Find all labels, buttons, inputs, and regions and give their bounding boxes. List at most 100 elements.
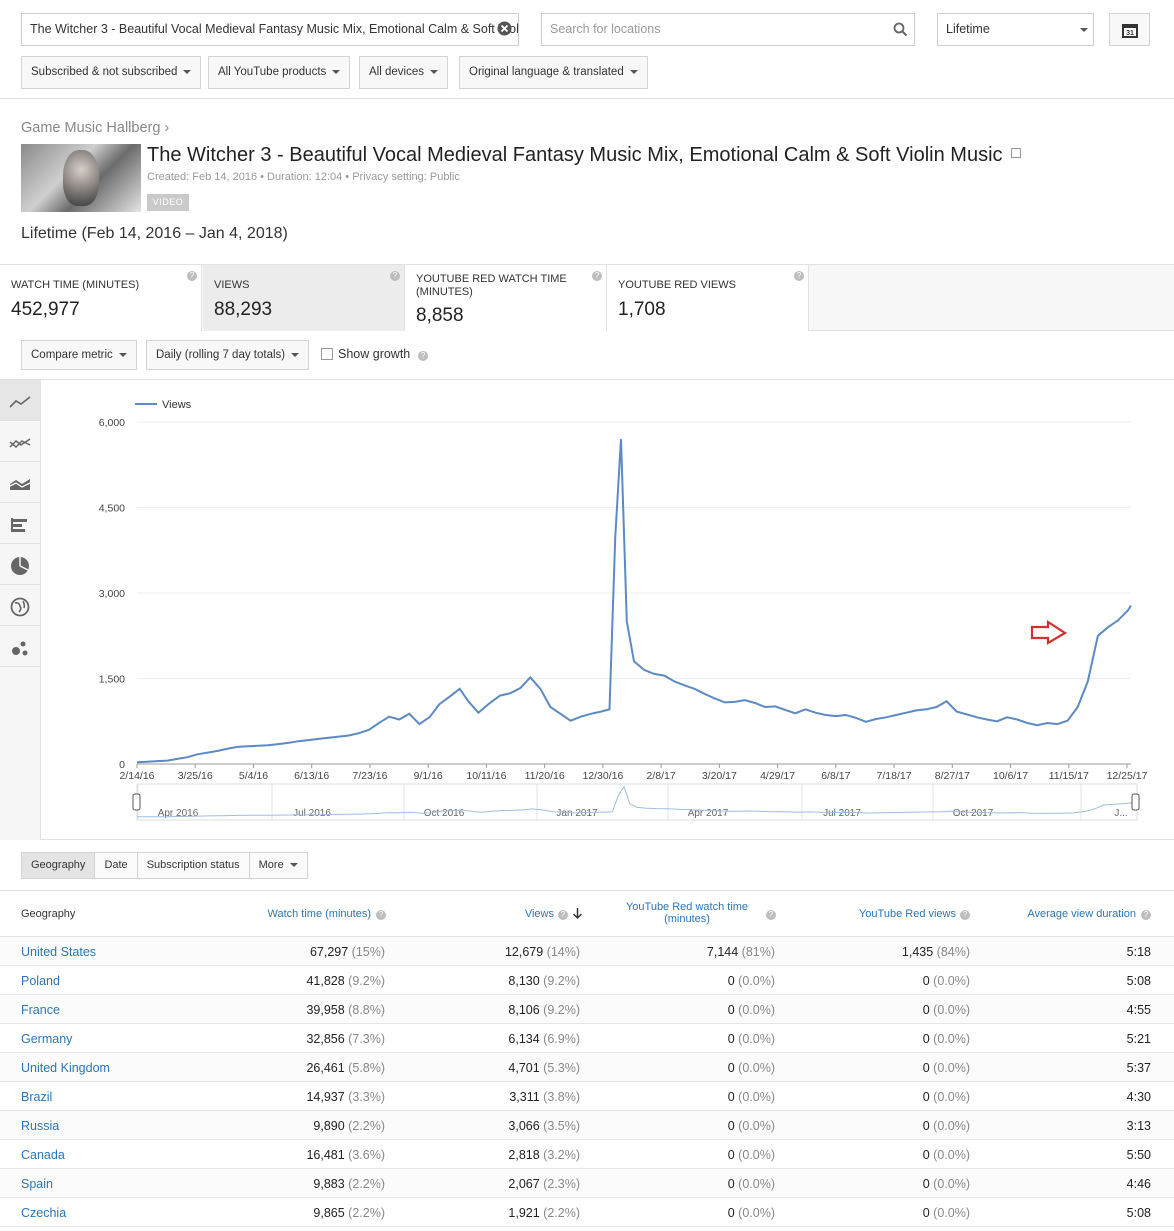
globe-icon[interactable]: [0, 585, 40, 626]
help-icon[interactable]: ?: [592, 271, 602, 281]
clear-icon[interactable]: [497, 21, 512, 36]
tab-date[interactable]: Date: [95, 853, 138, 878]
products-filter[interactable]: All YouTube products: [208, 56, 351, 89]
y-tick-label: 3,000: [99, 588, 125, 600]
chevron-down-icon: [289, 863, 298, 868]
table-body: United States 67,297 (15%) 12,679 (14%) 7,1…: [0, 937, 1174, 1231]
metric-label: YOUTUBE RED VIEWS: [618, 279, 736, 291]
bubble-chart-icon[interactable]: [0, 626, 40, 667]
red-views-cell: 0 (0.0%): [923, 1003, 970, 1017]
country-link[interactable]: Poland: [21, 974, 60, 988]
navigator-label: Oct 2016: [424, 808, 465, 819]
red-watch-pct: (81%): [741, 945, 775, 959]
help-icon[interactable]: ?: [1141, 910, 1151, 920]
watch-time-value: 16,481: [306, 1148, 345, 1162]
help-icon[interactable]: ?: [187, 271, 197, 281]
channel-breadcrumb[interactable]: Game Music Hallberg ›: [21, 120, 169, 136]
devices-filter[interactable]: All devices: [359, 56, 448, 89]
calendar-day: 31: [1126, 30, 1134, 37]
x-tick-label: 11/15/17: [1049, 770, 1089, 782]
country-link[interactable]: United Kingdom: [21, 1061, 110, 1075]
help-icon[interactable]: ?: [418, 351, 428, 361]
navigator-label: J...: [1114, 808, 1127, 819]
sort-down-icon[interactable]: [572, 907, 583, 920]
search-icon[interactable]: [893, 22, 908, 37]
location-search-input[interactable]: Search for locations: [541, 13, 915, 46]
chart-panel: 0 1,500 3,000 4,500 6,000 2/14/16 3/25/16 5/4/…: [0, 379, 1174, 840]
col-red-views[interactable]: YouTube Red views: [859, 908, 956, 920]
period-select[interactable]: Lifetime: [937, 13, 1094, 46]
watch-time-cell: 39,958 (8.8%): [306, 1003, 385, 1017]
pie-chart-icon[interactable]: [0, 544, 40, 585]
bar-chart-icon[interactable]: [0, 503, 40, 544]
chevron-down-icon: [291, 352, 300, 357]
red-watch-value: 0: [727, 1148, 735, 1162]
country-link[interactable]: France: [21, 1003, 60, 1017]
video-search-input[interactable]: The Witcher 3 - Beautiful Vocal Medieval…: [21, 13, 519, 46]
video-thumbnail[interactable]: [21, 144, 141, 212]
navigator-left-handle[interactable]: [132, 793, 141, 811]
tab-subscription-status[interactable]: Subscription status: [137, 853, 250, 878]
col-views[interactable]: Views: [525, 908, 554, 920]
chart-type-toolbar: [0, 380, 41, 840]
external-link-icon[interactable]: [1010, 147, 1021, 158]
x-tick-label: 3/25/16: [178, 770, 213, 782]
red-views-value: 0: [922, 1119, 930, 1133]
help-icon[interactable]: ?: [766, 910, 776, 920]
x-tick-label: 4/29/17: [760, 770, 795, 782]
show-growth-checkbox[interactable]: [321, 348, 333, 360]
country-link[interactable]: Brazil: [21, 1090, 52, 1104]
location-placeholder: Search for locations: [550, 22, 661, 36]
red-watch-pct: (0.0%): [738, 1003, 775, 1017]
red-views-pct: (0.0%): [933, 974, 970, 988]
help-icon[interactable]: ?: [794, 271, 804, 281]
red-watch-value: 0: [727, 1061, 735, 1075]
interval-select[interactable]: Daily (rolling 7 day totals): [146, 340, 310, 370]
x-tick-label: 5/4/16: [239, 770, 268, 782]
help-icon[interactable]: ?: [390, 271, 400, 281]
metric-cards: WATCH TIME (MINUTES) 452,977 ? VIEWS 88,…: [0, 264, 1174, 331]
compare-metric-button[interactable]: Compare metric: [21, 340, 137, 370]
metric-red-watch-time[interactable]: YOUTUBE RED WATCH TIME (MINUTES) 8,858 ?: [405, 265, 607, 331]
country-link[interactable]: Czechia: [21, 1206, 66, 1220]
metric-red-views[interactable]: YOUTUBE RED VIEWS 1,708 ?: [607, 265, 809, 331]
views-pct: (5.3%): [543, 1061, 580, 1075]
views-line-chart[interactable]: 01,5003,0004,5006,000 2/14/16 3/25/16 5/4/…: [41, 380, 1174, 840]
navigator-label: Jul 2016: [293, 808, 331, 819]
country-link[interactable]: Canada: [21, 1148, 65, 1162]
country-link[interactable]: United States: [21, 945, 96, 959]
language-filter[interactable]: Original language & translated: [459, 56, 648, 89]
country-link[interactable]: Russia: [21, 1119, 59, 1133]
red-views-pct: (84%): [936, 945, 970, 959]
multi-line-chart-icon[interactable]: [0, 421, 40, 462]
navigator-right-handle[interactable]: [1131, 793, 1140, 811]
country-link[interactable]: Spain: [21, 1177, 53, 1191]
col-red-watch-time[interactable]: YouTube Red watch time (minutes): [612, 901, 762, 925]
help-icon[interactable]: ?: [558, 910, 568, 920]
video-search-value: The Witcher 3 - Beautiful Vocal Medieval…: [30, 22, 519, 36]
avg-duration-cell: 4:55: [1126, 1003, 1151, 1017]
navigator-label: Jan 2017: [556, 808, 598, 819]
views-pct: (14%): [546, 945, 580, 959]
video-title[interactable]: The Witcher 3 - Beautiful Vocal Medieval…: [147, 144, 1021, 167]
subscription-filter[interactable]: Subscribed & not subscribed: [21, 56, 202, 89]
help-icon[interactable]: ?: [960, 910, 970, 920]
col-red-watch-time-label: YouTube Red watch time (minutes): [625, 901, 749, 925]
red-arrow-annotation: [1030, 619, 1068, 645]
line-chart-icon[interactable]: [0, 380, 40, 421]
range-navigator[interactable]: Apr 2016 Jul 2016 Oct 2016 Jan 2017 Apr 2017…: [132, 783, 1140, 821]
red-views-pct: (0.0%): [933, 1032, 970, 1046]
country-link[interactable]: Germany: [21, 1032, 72, 1046]
area-chart-icon[interactable]: [0, 462, 40, 503]
red-watch-pct: (0.0%): [738, 1032, 775, 1046]
help-icon[interactable]: ?: [376, 910, 386, 920]
tab-more[interactable]: More: [249, 853, 307, 878]
metric-views[interactable]: VIEWS 88,293 ?: [203, 265, 405, 331]
col-watch-time[interactable]: Watch time (minutes): [267, 908, 371, 920]
tab-geography[interactable]: Geography: [22, 853, 96, 878]
calendar-button[interactable]: 31: [1109, 13, 1150, 46]
col-avg-duration[interactable]: Average view duration: [1027, 908, 1136, 920]
chevron-down-icon: [629, 69, 638, 74]
metric-watch-time[interactable]: WATCH TIME (MINUTES) 452,977 ?: [0, 265, 202, 331]
views-value: 2,818: [508, 1148, 540, 1162]
